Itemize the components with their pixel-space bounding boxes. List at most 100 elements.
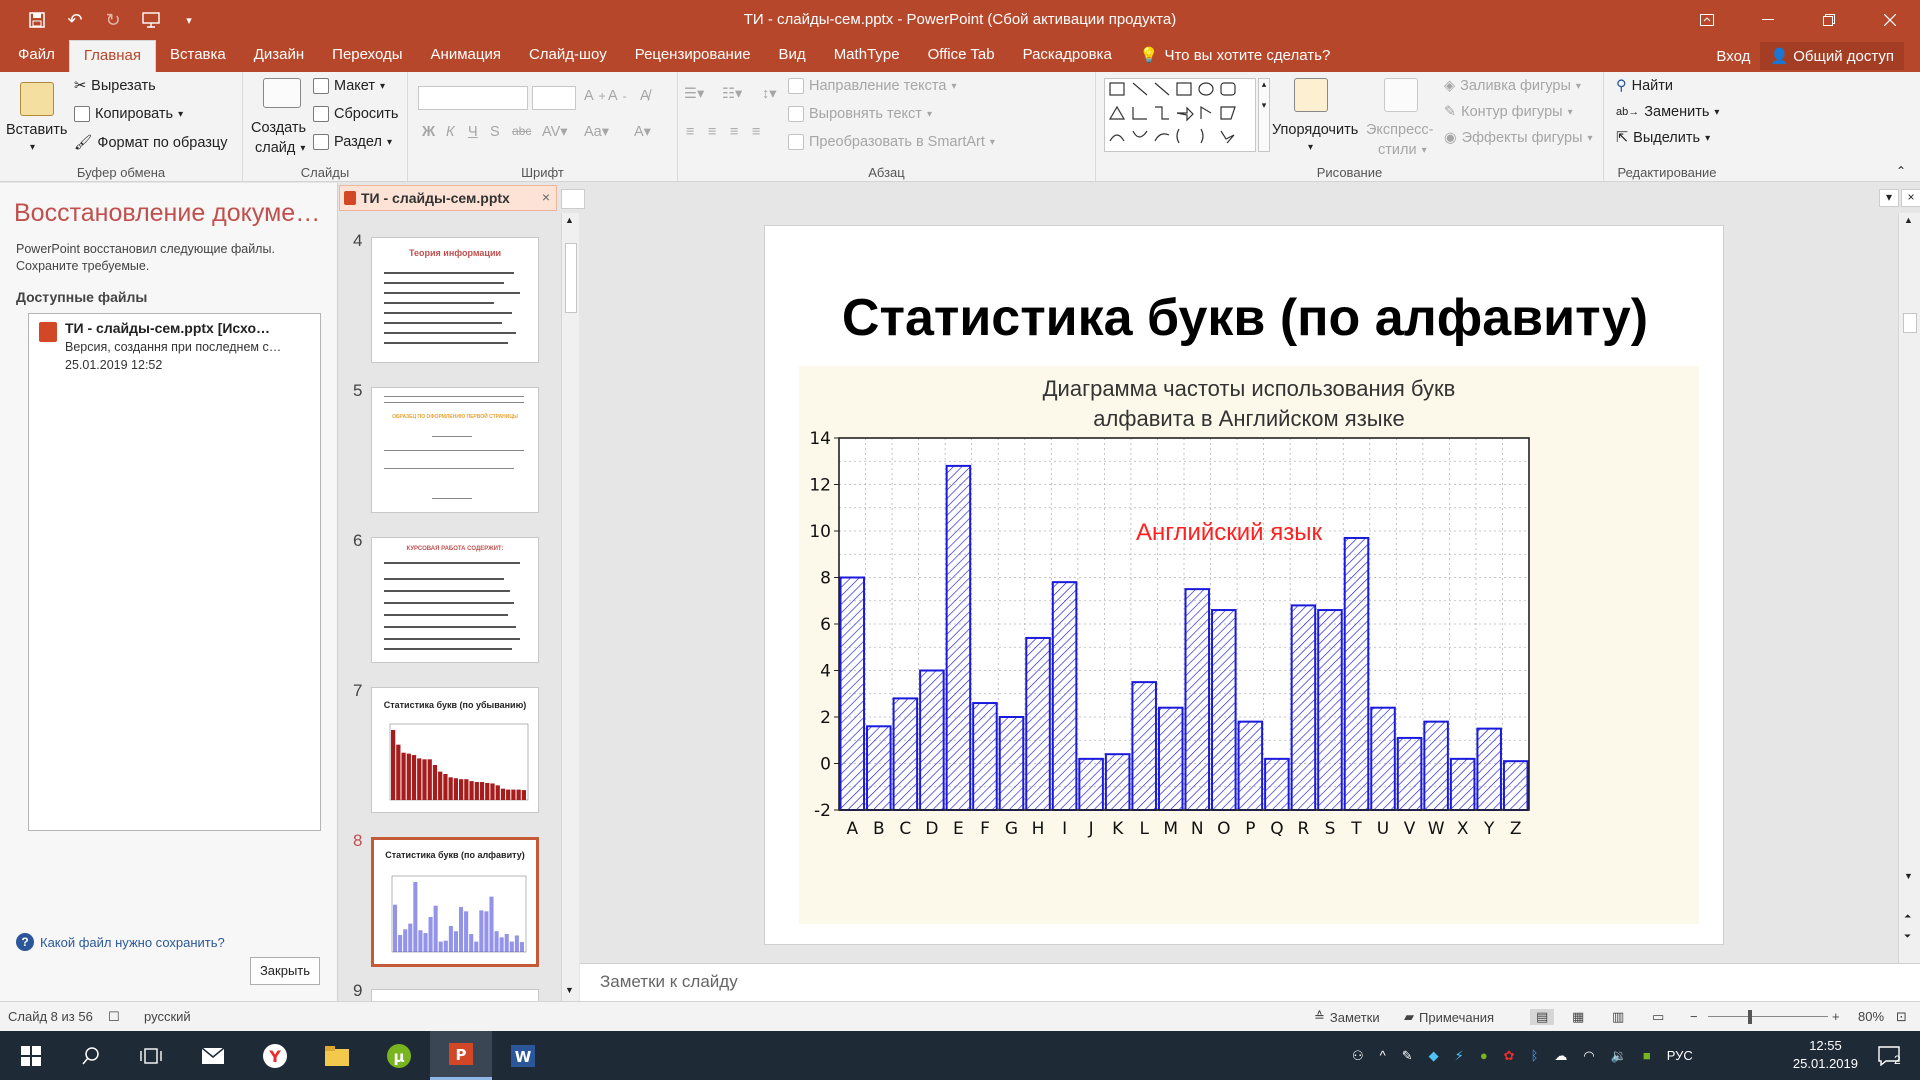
copy-button[interactable]: Копировать ▾ (74, 106, 183, 122)
text-direction-button[interactable]: Направление текста ▾ (788, 78, 956, 94)
strikethrough-button[interactable]: abc (512, 124, 531, 138)
font-color-icon[interactable]: A▾ (634, 124, 651, 140)
change-case-icon[interactable]: Aa▾ (584, 124, 609, 140)
task-view-icon[interactable] (120, 1031, 182, 1080)
arrange-button[interactable]: Упорядочить (1272, 122, 1358, 138)
paste-button[interactable]: Вставить (6, 122, 67, 138)
reading-view-icon[interactable]: ▥ (1612, 1009, 1624, 1025)
close-document-icon[interactable]: × (1901, 189, 1920, 207)
shapes-gallery[interactable] (1104, 78, 1256, 152)
new-slide-icon[interactable] (263, 78, 301, 108)
windows-start-icon[interactable] (0, 1031, 62, 1080)
wifi-icon[interactable]: ◠ (1583, 1048, 1594, 1064)
undo-icon[interactable]: ↶ (56, 0, 94, 40)
tray-app-icon[interactable]: ■ (1643, 1048, 1651, 1063)
scroll-up-icon[interactable]: ▲ (1904, 215, 1913, 225)
thumbnail-slide-8[interactable]: Статистика букв (по алфавиту) (371, 837, 539, 967)
slide-notes-input[interactable]: Заметки к слайду (580, 963, 1920, 1001)
paste-dropdown-icon[interactable]: ▾ (30, 142, 35, 153)
new-slide-dropdown[interactable]: слайд ▾ (255, 140, 305, 156)
show-hidden-icons-icon[interactable]: ^ (1380, 1048, 1386, 1063)
previous-slide-icon[interactable]: ⏶ (1904, 911, 1911, 922)
tab-mathtype[interactable]: MathType (820, 40, 914, 72)
smartart-button[interactable]: Преобразовать в SmartArt ▾ (788, 134, 995, 150)
align-text-button[interactable]: Выровнять текст ▾ (788, 106, 932, 122)
format-painter-button[interactable]: 🖌 Формат по образцу (74, 134, 227, 152)
justify-icon[interactable]: ≡ (752, 124, 760, 140)
tray-app-icon[interactable]: ⚡ (1455, 1048, 1464, 1064)
minimize-icon[interactable] (1737, 0, 1798, 40)
slide-scroll-thumb[interactable] (1903, 313, 1917, 333)
quick-styles-button[interactable]: Экспресс- (1366, 122, 1434, 138)
tab-design[interactable]: Дизайн (240, 40, 318, 72)
tab-slideshow[interactable]: Слайд-шоу (515, 40, 621, 72)
tray-app-icon[interactable]: ◆ (1429, 1048, 1439, 1064)
shapes-gallery-scroll[interactable]: ▴ ▾ (1258, 78, 1270, 152)
recovery-close-button[interactable]: Закрыть (250, 957, 320, 985)
align-left-icon[interactable]: ≡ (686, 124, 694, 140)
comments-toggle[interactable]: ▰ Примечания (1404, 1009, 1494, 1025)
new-slide-button[interactable]: Создать (251, 120, 306, 136)
mail-icon[interactable] (182, 1031, 244, 1080)
tab-storyboard[interactable]: Раскадровка (1009, 40, 1126, 72)
tab-view[interactable]: Вид (765, 40, 820, 72)
arrange-dropdown-icon[interactable]: ▾ (1308, 142, 1313, 153)
quick-styles-dropdown[interactable]: стили ▾ (1378, 142, 1427, 158)
onedrive-icon[interactable]: ☁ (1554, 1048, 1567, 1064)
customize-qat-icon[interactable]: ▾ (170, 0, 208, 40)
reset-button[interactable]: Сбросить (313, 106, 398, 122)
tell-me-box[interactable]: 💡 Что вы хотите сделать? (1126, 40, 1345, 72)
align-right-icon[interactable]: ≡ (730, 124, 738, 140)
ribbon-display-options-icon[interactable] (1676, 0, 1737, 40)
tab-review[interactable]: Рецензирование (621, 40, 765, 72)
shape-effects-button[interactable]: ◉ Эффекты фигуры ▾ (1444, 130, 1593, 146)
tab-animations[interactable]: Анимация (417, 40, 515, 72)
file-explorer-icon[interactable] (306, 1031, 368, 1080)
spell-check-icon[interactable]: ☐ (108, 1009, 120, 1025)
find-button[interactable]: ⚲ Найти (1616, 78, 1673, 94)
next-slide-icon[interactable]: ⏷ (1904, 931, 1911, 942)
tray-app-icon[interactable]: ✿ (1504, 1048, 1515, 1064)
thumbnail-slide-7[interactable]: Статистика букв (по убыванию) (371, 687, 539, 813)
powerpoint-taskbar-icon[interactable]: P (430, 1031, 492, 1080)
language-indicator[interactable]: русский (144, 1009, 191, 1024)
present-from-start-icon[interactable] (132, 0, 170, 40)
tray-utorrent-icon[interactable]: ● (1480, 1048, 1488, 1063)
replace-button[interactable]: ab→ Заменить ▾ (1616, 104, 1719, 120)
tray-app-icon[interactable]: ✎ (1402, 1048, 1413, 1064)
select-button[interactable]: ⇱ Выделить ▾ (1616, 130, 1710, 146)
paste-icon[interactable] (20, 82, 54, 116)
shadow-button[interactable]: S (490, 124, 500, 140)
clear-formatting-icon[interactable]: A̸ (640, 88, 650, 104)
word-taskbar-icon[interactable]: W (492, 1031, 554, 1080)
bluetooth-icon[interactable]: ᛒ (1531, 1048, 1539, 1063)
slide-sorter-icon[interactable]: ▦ (1572, 1009, 1584, 1025)
tab-insert[interactable]: Вставка (156, 40, 240, 72)
bullets-icon[interactable]: ☰▾ (684, 86, 704, 102)
volume-icon[interactable]: 🔉 (1611, 1048, 1627, 1064)
people-icon[interactable]: ⚇ (1352, 1048, 1364, 1064)
shrink-font-icon[interactable]: A- (608, 88, 627, 104)
arrange-icon[interactable] (1294, 78, 1328, 112)
fit-slide-icon[interactable]: ⊡ (1896, 1009, 1907, 1025)
font-name-combo[interactable] (418, 86, 528, 110)
line-spacing-icon[interactable]: ↕▾ (762, 86, 777, 102)
action-center-icon[interactable]: 2 (1858, 1031, 1920, 1080)
scroll-down-icon[interactable]: ▼ (1904, 871, 1913, 881)
sign-in-link[interactable]: Вход (1716, 48, 1750, 65)
underline-button[interactable]: Ч (468, 124, 478, 140)
recovery-help-link[interactable]: ? Какой файл нужно сохранить? (16, 933, 225, 951)
search-icon[interactable] (60, 1031, 122, 1080)
thumbnail-slide-6[interactable]: КУРСОВАЯ РАБОТА СОДЕРЖИТ: (371, 537, 539, 663)
new-tab-button[interactable] (561, 189, 585, 209)
save-icon[interactable] (18, 0, 56, 40)
grow-font-icon[interactable]: A + (584, 88, 606, 104)
utorrent-icon[interactable]: µ (368, 1031, 430, 1080)
close-window-icon[interactable] (1859, 0, 1920, 40)
restore-icon[interactable] (1798, 0, 1859, 40)
tab-transitions[interactable]: Переходы (318, 40, 416, 72)
tab-file[interactable]: Файл (4, 40, 69, 72)
zoom-in-icon[interactable]: + (1832, 1009, 1840, 1024)
slide-title[interactable]: Статистика букв (по алфавиту) (765, 288, 1725, 348)
notes-toggle[interactable]: ≙ Заметки (1314, 1009, 1380, 1025)
